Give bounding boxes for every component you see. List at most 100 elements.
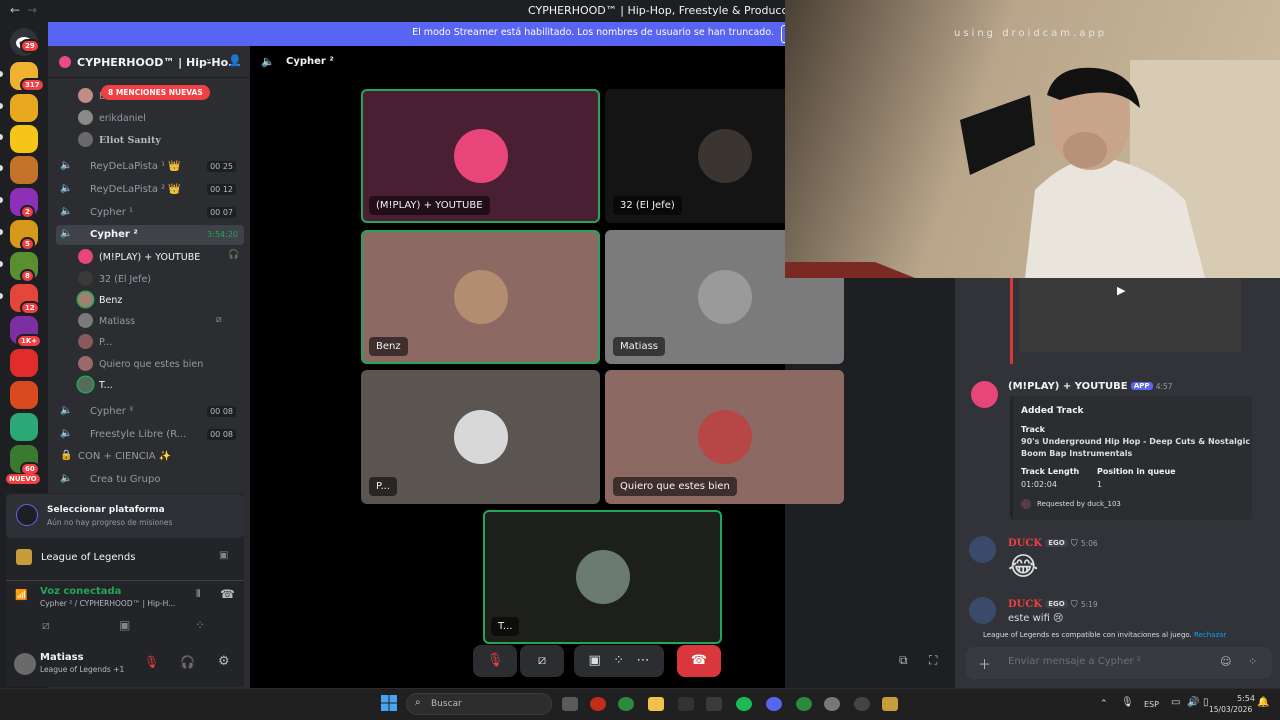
server-icon[interactable] [10, 381, 38, 409]
screen-share-icon[interactable]: ▣ [119, 618, 130, 632]
apps-icon[interactable]: ⁘ [1248, 655, 1257, 668]
shield-icon: ⛉ [1070, 539, 1078, 549]
channel-freestyle-libre[interactable]: 🔈 Freestyle Libre (R... 00 08 [56, 425, 244, 445]
video-thumbnail[interactable]: ▶ [1019, 278, 1241, 352]
avatar [78, 356, 93, 371]
message-input[interactable]: ＋ Enviar mensaje a Cypher ² ☺ ⁘ [966, 647, 1272, 679]
microphone-icon[interactable]: 🎙 [1121, 697, 1134, 708]
screen-share-icon[interactable]: ▣ [219, 550, 228, 561]
disconnect-button[interactable]: ☎ [677, 645, 721, 677]
add-member-icon[interactable]: 👤 [228, 54, 242, 67]
channel-reydelapista-2[interactable]: 🔈 ReyDeLaPista ² 👑 00 12 [56, 180, 244, 200]
server-icon[interactable] [10, 125, 38, 153]
message-header: DUCK EGO ⛉ 5:06 [1008, 538, 1098, 549]
chrome-icon[interactable] [618, 697, 634, 711]
app-icon[interactable] [590, 697, 606, 711]
forward-arrow-icon[interactable]: → [27, 3, 37, 17]
chrome-icon[interactable] [796, 697, 812, 711]
camera-toggle-button[interactable]: ⧄ [520, 645, 564, 677]
avatar [78, 110, 93, 125]
settings-gear-icon[interactable]: ⚙ [218, 654, 230, 669]
unread-pip [0, 134, 3, 140]
guild-name: CYPHERHOOD™ | Hip-Ho... [77, 56, 241, 69]
unread-pip [0, 197, 3, 203]
streamer-mode-banner: El modo Streamer está habilitado. Los no… [48, 22, 788, 46]
session-timer: 3:54:20 [207, 230, 238, 239]
avatar [78, 377, 93, 392]
new-label: NUEVO [6, 474, 40, 484]
unread-pip [0, 293, 3, 299]
channel-cypher-2[interactable]: 🔈 Cypher ² 3:54:20 [56, 225, 244, 245]
timestamp: 4:57 [1155, 382, 1173, 391]
waveform-icon[interactable]: ⦀ [196, 589, 200, 600]
channel-cypher-3[interactable]: 🔈 Cypher ³ 00 08 [56, 402, 244, 422]
mic-toggle-button[interactable]: 🎙 [473, 645, 517, 677]
disconnect-icon[interactable]: ☎ [220, 587, 235, 601]
unread-pip [0, 261, 3, 267]
task-view-icon[interactable] [562, 697, 578, 711]
server-icon[interactable] [10, 94, 38, 122]
file-explorer-icon[interactable] [648, 697, 664, 711]
channel-crea-tu-grupo[interactable]: 🔈 Crea tu Grupo [56, 470, 244, 490]
taskbar-search[interactable]: ⌕ Buscar [406, 693, 552, 715]
avatar[interactable] [969, 597, 996, 624]
participant-tile[interactable]: (M!PLAY) + YOUTUBE [361, 89, 600, 223]
participant-tile[interactable]: Benz [361, 230, 600, 364]
language-indicator[interactable]: ESP [1144, 700, 1159, 709]
server-icon[interactable] [10, 156, 38, 184]
notification-bell-icon[interactable]: 🔔 [1257, 697, 1269, 708]
headphones-icon[interactable]: 🎧 [180, 655, 195, 669]
battery-icon[interactable]: ▯ [1203, 697, 1209, 708]
avatar[interactable] [969, 536, 996, 563]
discord-icon[interactable] [766, 697, 782, 711]
signal-icon: 📶 [15, 590, 28, 601]
activities-icon[interactable]: ⁘ [195, 618, 205, 632]
participant-tile[interactable]: T... [483, 510, 722, 644]
clock-time[interactable]: 5:54 [1237, 694, 1255, 703]
quest-platform-card[interactable]: Seleccionar plataforma Aún no hay progre… [6, 494, 244, 538]
author-name[interactable]: DUCK [1008, 599, 1042, 610]
league-icon[interactable] [882, 697, 898, 711]
participant-tile[interactable]: Quiero que estes bien [605, 370, 844, 504]
clock-date[interactable]: 15/03/2026 [1209, 705, 1252, 714]
windows-start-icon[interactable] [381, 695, 397, 715]
participant-tile[interactable]: P... [361, 370, 600, 504]
channel-reydelapista-1[interactable]: 🔈 ReyDeLaPista ¹ 👑 00 25 [56, 157, 244, 177]
avatar[interactable] [14, 653, 36, 675]
spotify-icon[interactable] [736, 697, 752, 711]
author-name[interactable]: DUCK [1008, 538, 1042, 549]
share-activity-group[interactable]: ▣ ⁘ ⋯ [574, 645, 664, 677]
avatar[interactable] [971, 381, 998, 408]
app-icon[interactable] [706, 697, 722, 711]
avatar [698, 410, 752, 464]
message-header: DUCK EGO ⛉ 5:19 [1008, 599, 1098, 610]
fullscreen-icon[interactable]: ⛶ [929, 653, 937, 668]
new-mentions-pill[interactable]: 8 MENCIONES NUEVAS [101, 85, 210, 100]
popout-icon[interactable]: ⧉ [899, 653, 908, 668]
participant-tile[interactable]: 32 (El Jefe) [605, 89, 785, 223]
volume-icon[interactable]: 🔊 [1187, 697, 1199, 708]
app-icon[interactable] [854, 697, 870, 711]
chevron-up-icon[interactable]: ⌃ [1100, 699, 1108, 709]
server-badge: 2 [20, 205, 35, 219]
game-activity[interactable]: League of Legends ▣ [6, 543, 244, 573]
channel-con-ciencia[interactable]: 🔒 CON + CIENCIA ✨ [56, 447, 244, 467]
add-attachment-icon[interactable]: ＋ [978, 654, 991, 673]
message-text: este wifi 😢 [1008, 613, 1064, 624]
reject-link[interactable]: Rechazar [1194, 631, 1226, 639]
back-arrow-icon[interactable]: ← [10, 3, 20, 17]
server-icon[interactable] [10, 349, 38, 377]
server-icon[interactable] [10, 413, 38, 441]
camera-off-icon[interactable]: ⧄ [42, 618, 50, 633]
channel-cypher-1[interactable]: 🔈 Cypher ¹ 00 07 [56, 203, 244, 223]
emoji-icon[interactable]: ☺ [1220, 655, 1231, 668]
author-name[interactable]: (M!PLAY) + YOUTUBE [1008, 381, 1128, 392]
network-icon[interactable]: ▭ [1171, 697, 1180, 708]
guild-header[interactable]: CYPHERHOOD™ | Hip-Ho... ⌄ 👤 [48, 46, 250, 78]
webcam-feed: using droidcam.app [785, 0, 1280, 278]
app-icon[interactable] [824, 697, 840, 711]
camera-off-icon: ⧄ [216, 315, 222, 325]
app-icon[interactable] [678, 697, 694, 711]
speaker-icon: 🔈 [60, 183, 73, 194]
mic-muted-icon[interactable]: 🎙 [144, 655, 159, 669]
